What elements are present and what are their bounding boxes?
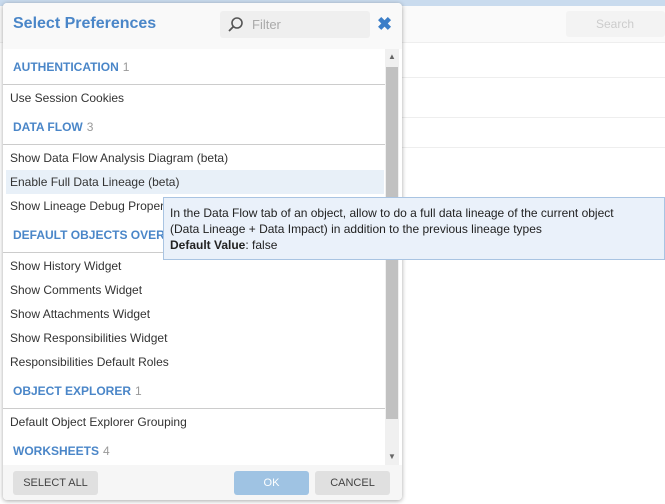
cancel-button[interactable]: CANCEL [315, 471, 390, 495]
background-row [402, 43, 665, 78]
tooltip-description-line2: (Data Lineage + Data Impact) in addition… [170, 222, 542, 236]
list-item-selected[interactable]: Enable Full Data Lineage (beta) [6, 170, 384, 194]
list-item[interactable]: Show Responsibilities Widget [6, 326, 384, 350]
scroll-up-icon[interactable]: ▲ [388, 52, 396, 61]
section-object-explorer: OBJECT EXPLORER 1 [3, 373, 385, 409]
select-all-button[interactable]: SELECT ALL [13, 471, 98, 495]
background-row [402, 78, 665, 118]
filter-input[interactable]: Filter [220, 11, 370, 38]
default-value-label: Default Value [170, 238, 246, 252]
list-item[interactable]: Default Object Explorer Grouping [6, 410, 384, 434]
tooltip-description-line1: In the Data Flow tab of an object, allow… [170, 206, 614, 220]
close-icon[interactable]: ✖ [377, 14, 392, 35]
section-data-flow: DATA FLOW 3 [3, 109, 385, 145]
dialog-header: Select Preferences Filter ✖ [3, 3, 402, 49]
section-label: OBJECT EXPLORER [13, 384, 132, 398]
background-row [402, 118, 665, 148]
background-search-input[interactable]: Search [566, 11, 665, 37]
list-item[interactable]: Show Comments Widget [6, 278, 384, 302]
tooltip-default-value: Default Value: false [170, 237, 658, 253]
default-value: : false [245, 238, 278, 252]
section-count: 4 [103, 444, 110, 458]
scroll-down-icon[interactable]: ▼ [388, 452, 396, 461]
list-item[interactable]: Use Session Cookies [6, 86, 384, 110]
dialog-footer: SELECT ALL OK CANCEL [3, 465, 402, 500]
filter-placeholder: Filter [252, 17, 281, 32]
dialog-title: Select Preferences [13, 15, 157, 32]
section-label: DATA FLOW [13, 120, 83, 134]
list-item[interactable]: Show Data Flow Analysis Diagram (beta) [6, 146, 384, 170]
section-authentication: AUTHENTICATION 1 [3, 49, 385, 85]
section-count: 1 [135, 384, 142, 398]
list-item[interactable]: Show Attachments Widget [6, 302, 384, 326]
section-label: WORKSHEETS [13, 444, 100, 458]
section-count: 1 [122, 60, 130, 74]
preference-tooltip: In the Data Flow tab of an object, allow… [163, 197, 665, 260]
ok-button[interactable]: OK [234, 471, 309, 495]
search-icon [228, 17, 243, 32]
list-item[interactable]: Responsibilities Default Roles [6, 350, 384, 374]
section-label: AUTHENTICATION [13, 60, 119, 74]
section-worksheets: WORKSHEETS 4 [3, 433, 385, 469]
section-count: 3 [86, 120, 94, 134]
